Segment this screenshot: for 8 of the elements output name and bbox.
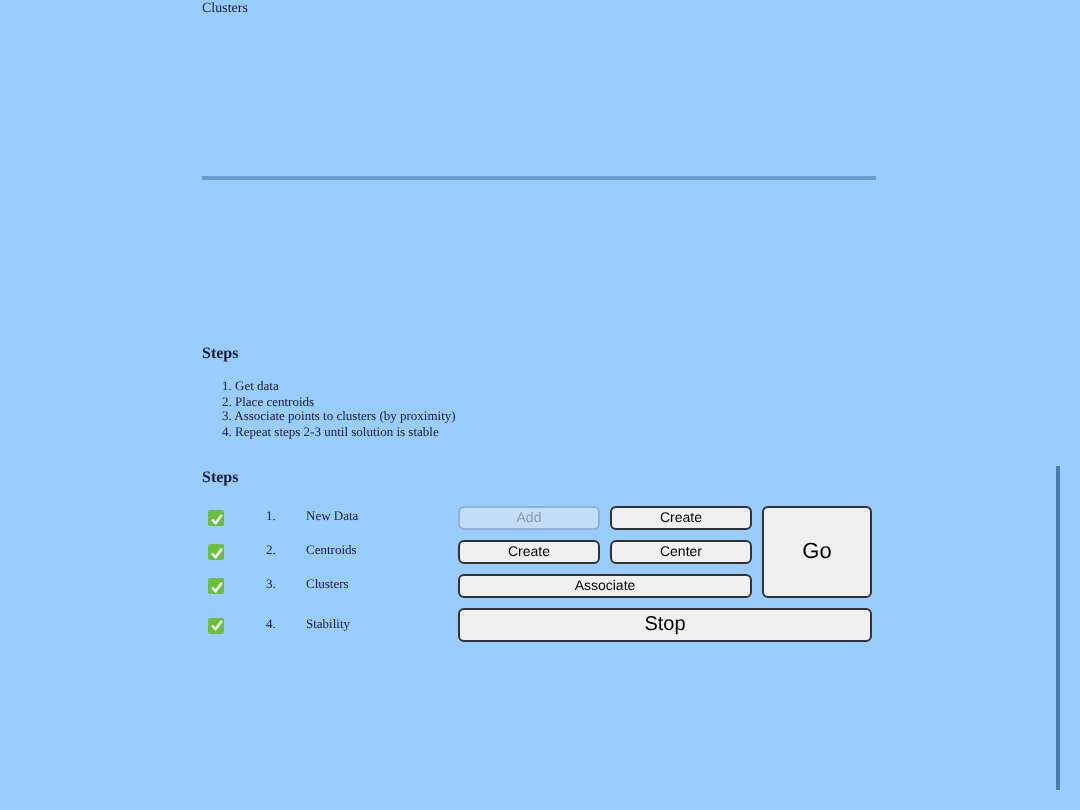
section-heading: Steps bbox=[202, 342, 239, 366]
checkbox[interactable] bbox=[208, 510, 224, 526]
section-heading: Steps bbox=[202, 466, 239, 490]
checkbox[interactable] bbox=[208, 544, 224, 560]
checkbox[interactable] bbox=[208, 578, 224, 594]
action-button[interactable]: Stop bbox=[458, 608, 872, 642]
checkbox[interactable] bbox=[208, 617, 224, 633]
action-button[interactable]: Go bbox=[762, 506, 872, 598]
